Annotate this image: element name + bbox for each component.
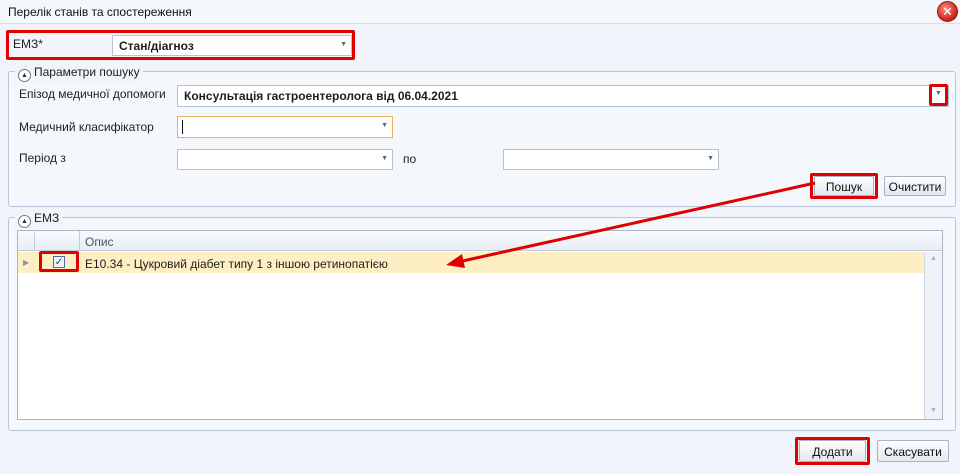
add-button[interactable]: Додати xyxy=(799,440,866,462)
cancel-button[interactable]: Скасувати xyxy=(877,440,949,462)
annotation-arrow xyxy=(446,181,816,268)
